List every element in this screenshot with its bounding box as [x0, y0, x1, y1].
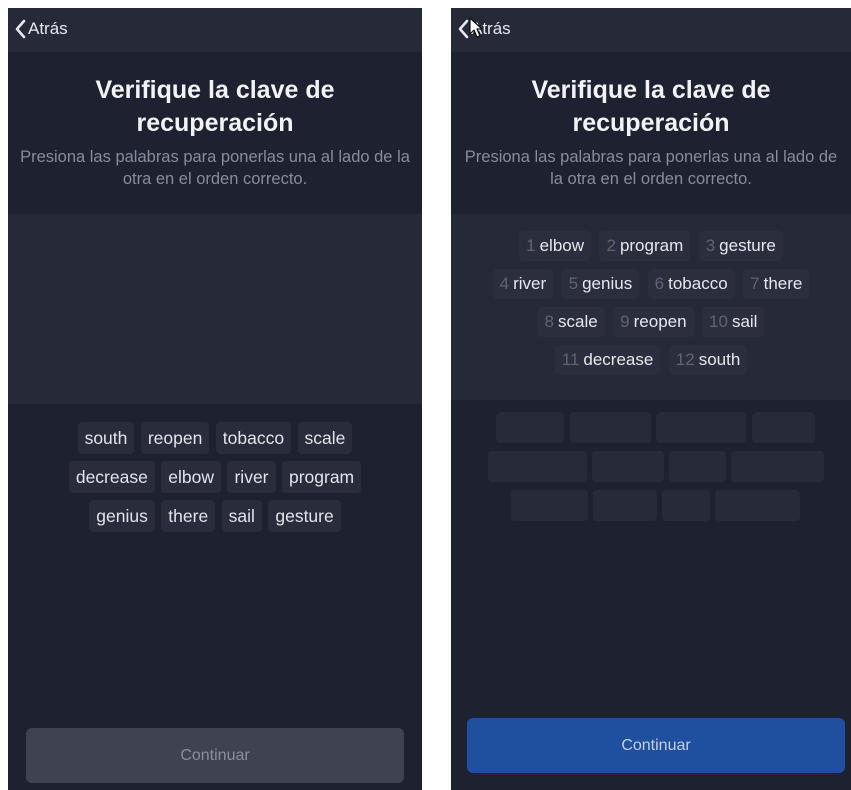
selected-word-chip[interactable]: 5 genius [561, 269, 640, 299]
page-header: Verifique la clave de recuperación Presi… [8, 52, 422, 214]
word-chip[interactable]: sail [221, 500, 262, 532]
word-text: elbow [539, 236, 585, 255]
selected-word-chip[interactable]: 11 decrease [554, 345, 661, 375]
word-text: decrease [583, 350, 654, 369]
word-placeholder [496, 412, 564, 443]
selected-words-list: 1 elbow 2 program 3 gesture 4 river 5 genius … [451, 228, 851, 380]
word-index: 10 [709, 312, 728, 331]
word-placeholder [592, 451, 664, 482]
empty-word-pool [451, 412, 851, 529]
selected-word-chip[interactable]: 9 reopen [613, 307, 694, 337]
selected-words-area[interactable] [8, 214, 422, 404]
word-placeholder [488, 451, 587, 482]
word-text: sail [731, 312, 758, 331]
selected-word-chip[interactable]: 8 scale [537, 307, 605, 337]
mouse-cursor-icon [469, 17, 483, 38]
placeholder-row [451, 412, 851, 451]
word-placeholder [662, 490, 710, 521]
word-text: genius [582, 274, 633, 293]
word-placeholder [511, 490, 588, 521]
word-chip[interactable]: river [227, 461, 276, 493]
word-chip[interactable]: decrease [68, 461, 155, 493]
word-text: scale [558, 312, 598, 331]
top-bar: Atrás [451, 8, 851, 52]
continue-button[interactable]: Continuar [26, 728, 404, 783]
word-chip[interactable]: gesture [268, 500, 341, 532]
word-placeholder [731, 451, 824, 482]
right-screen: Atrás Verifique la clave de recuperación… [451, 8, 851, 790]
left-screen: Atrás Verifique la clave de recuperación… [8, 8, 422, 790]
word-chip[interactable]: elbow [161, 461, 222, 493]
word-placeholder [656, 412, 746, 443]
chevron-left-icon [15, 19, 26, 39]
word-chip[interactable]: south [77, 422, 135, 454]
word-text: gesture [719, 236, 776, 255]
placeholder-row [451, 451, 851, 490]
back-button[interactable]: Atrás [14, 16, 68, 42]
selected-word-chip[interactable]: 3 gesture [698, 231, 783, 261]
selected-words-area[interactable]: 1 elbow 2 program 3 gesture 4 river 5 genius … [451, 214, 851, 400]
word-text: reopen [633, 312, 687, 331]
word-placeholder [752, 412, 815, 443]
word-index: 5 [568, 274, 579, 293]
word-index: 7 [750, 274, 760, 293]
word-chip[interactable]: scale [297, 422, 353, 454]
word-pool: south reopen tobacco scale decrease elbo… [28, 420, 402, 537]
selected-word-row: 11 decrease 12 south [451, 342, 851, 380]
page-header: Verifique la clave de recuperación Presi… [451, 52, 851, 214]
word-index: 3 [705, 236, 716, 255]
word-index: 8 [544, 312, 555, 331]
word-placeholder [570, 412, 651, 443]
selected-word-chip[interactable]: 10 sail [702, 307, 765, 337]
back-button[interactable]: Atrás [457, 16, 511, 42]
page-subtitle: Presiona las palabras para ponerlas una … [20, 148, 410, 188]
word-placeholder [593, 490, 657, 521]
word-text: river [513, 274, 547, 293]
chevron-left-icon [458, 19, 469, 39]
placeholder-row [451, 490, 851, 529]
page-subtitle: Presiona las palabras para ponerlas una … [464, 148, 838, 188]
word-chip[interactable]: there [161, 500, 216, 532]
word-index: 12 [675, 350, 695, 369]
word-chip[interactable]: reopen [140, 422, 210, 454]
word-placeholder [715, 490, 800, 521]
continue-button[interactable]: Continuar [467, 718, 845, 773]
word-chip[interactable]: program [281, 461, 362, 493]
back-label: Atrás [28, 19, 68, 38]
word-row: decrease elbow river program [28, 459, 402, 498]
word-placeholder [669, 451, 726, 482]
selected-word-row: 4 river 5 genius 6 tobacco 7 there [451, 266, 851, 304]
page-title: Verifique la clave de recuperación [95, 76, 335, 137]
word-index: 4 [499, 274, 510, 293]
word-chip[interactable]: genius [89, 500, 155, 532]
selected-word-chip[interactable]: 4 river [492, 269, 554, 299]
word-chip[interactable]: tobacco [215, 422, 292, 454]
word-text: tobacco [668, 274, 728, 293]
page-title: Verifique la clave de recuperación [531, 76, 771, 137]
word-text: program [619, 236, 684, 255]
word-row: south reopen tobacco scale [28, 420, 402, 459]
selected-word-chip[interactable]: 1 elbow [519, 231, 592, 261]
word-index: 6 [654, 274, 665, 293]
word-index: 1 [526, 236, 536, 255]
word-index: 11 [561, 350, 580, 369]
selected-word-chip[interactable]: 2 program [599, 231, 691, 261]
selected-word-row: 8 scale 9 reopen 10 sail [451, 304, 851, 342]
word-text: south [698, 350, 741, 369]
word-row: genius there sail gesture [28, 498, 402, 537]
selected-word-chip[interactable]: 12 south [668, 345, 748, 375]
selected-word-chip[interactable]: 7 there [743, 269, 810, 299]
word-index: 2 [606, 236, 616, 255]
selected-word-chip[interactable]: 6 tobacco [647, 269, 735, 299]
selected-word-row: 1 elbow 2 program 3 gesture [451, 228, 851, 266]
word-index: 9 [620, 312, 630, 331]
top-bar: Atrás [8, 8, 422, 52]
word-text: there [763, 274, 803, 293]
